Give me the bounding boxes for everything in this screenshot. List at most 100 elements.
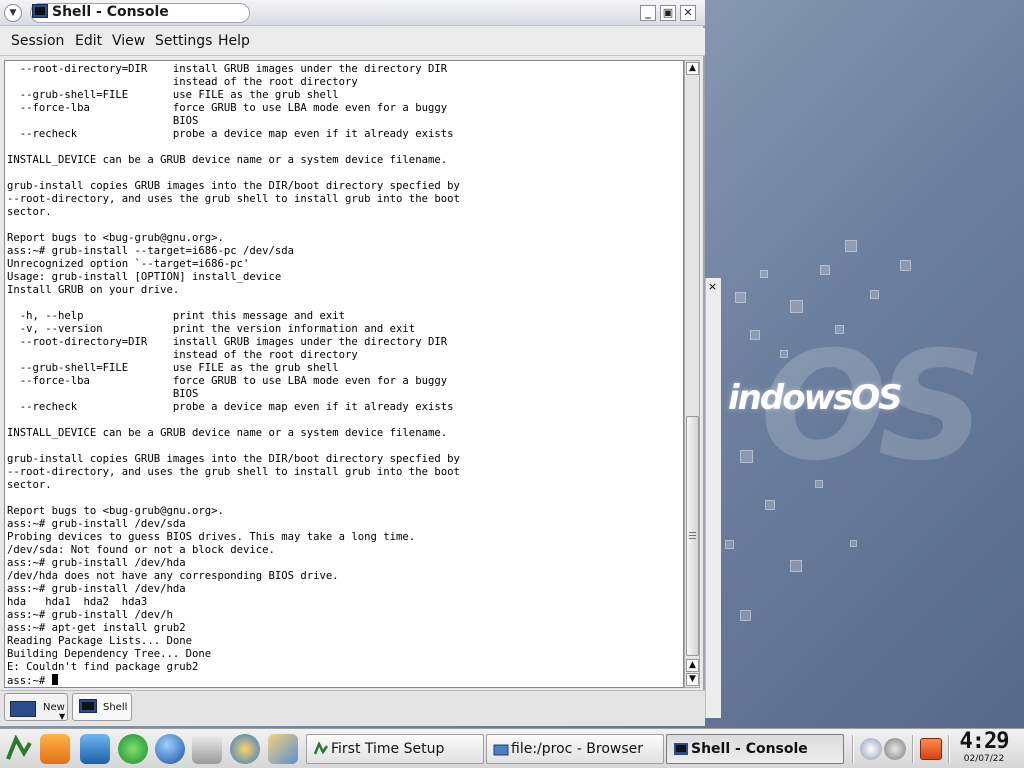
- scroll-up-icon[interactable]: ▲: [686, 62, 699, 75]
- desktop-decor: [760, 270, 768, 278]
- runner-icon[interactable]: [118, 734, 148, 764]
- terminal-line: hda hda1 hda2 hda3: [7, 596, 148, 608]
- terminal-line: Install GRUB on your drive.: [7, 284, 180, 296]
- terminal-line: --root-directory=DIR install GRUB images…: [19, 63, 448, 75]
- terminal-line: Report bugs to <bug-grub@gnu.org>.: [7, 232, 224, 244]
- tray-divider: [852, 735, 854, 763]
- task-label: Shell - Console: [691, 741, 808, 757]
- task-shell-console[interactable]: Shell - Console: [666, 734, 844, 764]
- tab-shell-label: Shell: [103, 702, 128, 713]
- desktop-decor: [765, 500, 775, 510]
- terminal-line: ass:~# grub-install /dev/hda: [7, 583, 186, 595]
- console-icon: [79, 699, 97, 713]
- terminal-lines: --root-directory=DIR install GRUB images…: [7, 63, 460, 673]
- task-label: file:/proc - Browser: [511, 741, 644, 757]
- menu-settings[interactable]: Settings: [155, 33, 212, 49]
- volume-icon[interactable]: [860, 738, 882, 760]
- terminal-line: Report bugs to <bug-grub@gnu.org>.: [7, 505, 224, 517]
- menu-view[interactable]: View: [112, 33, 145, 49]
- terminal-line: --root-directory=DIR install GRUB images…: [19, 336, 448, 348]
- tab-shell[interactable]: Shell: [72, 693, 132, 721]
- clock-date: 02/07/22: [963, 754, 1005, 764]
- desktop-decor: [870, 290, 879, 299]
- desktop-decor: [740, 450, 753, 463]
- desktop-decor: [750, 330, 760, 340]
- desktop-decor: [850, 540, 857, 547]
- tray-divider: [948, 735, 950, 763]
- taskbar: First Time Setup file:/proc - Browser Sh…: [0, 728, 1024, 768]
- start-menu-icon[interactable]: [4, 735, 34, 763]
- terminal-line: Building Dependency Tree... Done: [7, 648, 212, 660]
- desktop-decor: [740, 610, 751, 621]
- new-session-button[interactable]: New ▼: [4, 693, 68, 721]
- terminal-line: INSTALL_DEVICE can be a GRUB device name…: [7, 154, 448, 166]
- terminal-line: instead of the root directory: [172, 349, 358, 361]
- menu-help[interactable]: Help: [218, 33, 250, 49]
- terminal-line: sector.: [7, 206, 52, 218]
- scrollbar-thumb[interactable]: [686, 416, 699, 656]
- desktop-decor: [735, 292, 746, 303]
- terminal-line: -v, --version print the version informat…: [19, 323, 416, 335]
- text-cursor: [51, 674, 58, 685]
- terminal-line: --root-directory, and uses the grub shel…: [7, 193, 460, 205]
- browser-globe-icon[interactable]: [155, 734, 185, 764]
- lifejacket-icon[interactable]: [40, 734, 70, 764]
- brand-logo: indowsOS: [728, 378, 903, 418]
- office-icon[interactable]: [268, 734, 298, 764]
- clock-time[interactable]: 4:29: [956, 729, 1012, 754]
- terminal-line: Probing devices to guess BIOS drives. Th…: [7, 531, 416, 543]
- maximize-button[interactable]: ▣: [660, 5, 676, 21]
- terminal-line: --grub-shell=FILE use FILE as the grub s…: [19, 362, 339, 374]
- desktop-decor: [790, 300, 803, 313]
- menu-session[interactable]: Session: [11, 33, 64, 49]
- terminal-line: ass:~# grub-install /dev/h: [7, 609, 173, 621]
- terminal-line: --recheck probe a device map even if it …: [19, 401, 454, 413]
- chevron-down-icon[interactable]: ▼: [59, 712, 65, 721]
- console-icon: [674, 743, 688, 755]
- grip-icon: [689, 532, 696, 540]
- terminal-line: grub-install copies GRUB images into the…: [7, 180, 460, 192]
- desktop-decor: [820, 265, 830, 275]
- terminal-line: --root-directory, and uses the grub shel…: [7, 466, 460, 478]
- terminal-line: INSTALL_DEVICE can be a GRUB device name…: [7, 427, 448, 439]
- menu-edit[interactable]: Edit: [75, 33, 102, 49]
- terminal-line: instead of the root directory: [172, 76, 358, 88]
- terminal-line: --force-lba force GRUB to use LBA mode e…: [19, 375, 448, 387]
- terminal-line: -h, --help print this message and exit: [19, 310, 346, 322]
- terminal-line: ass:~# grub-install /dev/hda: [7, 557, 186, 569]
- terminal-text: --root-directory=DIR install GRUB images…: [7, 63, 460, 687]
- mail-icon[interactable]: [192, 734, 222, 764]
- scroll-up-icon[interactable]: ▲: [686, 659, 699, 672]
- terminal-line: grub-install copies GRUB images into the…: [7, 453, 460, 465]
- power-icon[interactable]: [920, 738, 942, 760]
- minimize-button[interactable]: _: [640, 5, 656, 21]
- launcher-icon[interactable]: [230, 734, 260, 764]
- folder-icon: [493, 744, 509, 756]
- terminal-line: ass:~# apt-get install grub2: [7, 622, 186, 634]
- terminal-line: Reading Package Lists... Done: [7, 635, 192, 647]
- terminal-line: --grub-shell=FILE use FILE as the grub s…: [19, 89, 339, 101]
- scroll-down-icon[interactable]: ▼: [686, 673, 699, 686]
- terminal-output[interactable]: --root-directory=DIR install GRUB images…: [4, 60, 684, 688]
- console-window: ▼ Shell - Console _ ▣ ✕ Session Edit Vie…: [0, 0, 705, 726]
- task-label: First Time Setup: [331, 741, 445, 757]
- setup-icon: [313, 742, 329, 755]
- task-first-time-setup[interactable]: First Time Setup: [306, 734, 484, 764]
- vertical-scrollbar[interactable]: ▲ ▲ ▼: [684, 60, 700, 688]
- desktop-decor: [725, 540, 734, 549]
- window-title: Shell - Console: [52, 4, 169, 20]
- terminal-line: E: Couldn't find package grub2: [7, 661, 199, 673]
- computer-icon[interactable]: [80, 734, 110, 764]
- terminal-line: ass:~# grub-install --target=i686-pc /de…: [7, 245, 295, 257]
- task-browser[interactable]: file:/proc - Browser: [486, 734, 664, 764]
- session-tabbar: New ▼ Shell: [0, 690, 705, 726]
- new-session-icon: [10, 701, 36, 717]
- terminal-line: BIOS: [172, 388, 199, 400]
- window-titlebar[interactable]: ▼ Shell - Console _ ▣ ✕: [0, 0, 705, 26]
- desktop-decor: [900, 260, 911, 271]
- terminal-line: BIOS: [172, 115, 199, 127]
- window-menu-icon[interactable]: ▼: [4, 4, 22, 22]
- close-button[interactable]: ✕: [680, 5, 696, 21]
- network-icon[interactable]: [884, 738, 906, 760]
- side-panel-close-icon[interactable]: ×: [706, 280, 719, 294]
